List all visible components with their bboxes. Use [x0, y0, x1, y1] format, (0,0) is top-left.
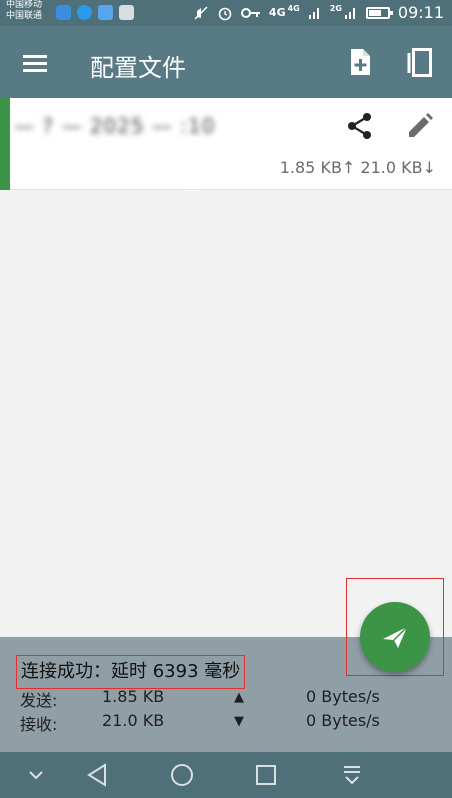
carrier-line-1: 中国移动 [6, 0, 43, 10]
back-icon [87, 763, 106, 787]
menu-icon [23, 55, 47, 58]
menu-icon-line [23, 62, 47, 65]
signal-icon [308, 7, 319, 19]
profile-traffic: 1.85 KB↑ 21.0 KB↓ [279, 158, 436, 177]
edit-icon [409, 113, 433, 137]
upload-stats: 发送: 1.85 KB ▲ 0 Bytes/s [20, 687, 440, 710]
app-notification-icon [56, 5, 71, 20]
app-notification-icon [98, 5, 113, 20]
new-profile-button[interactable] [342, 44, 378, 80]
home-button[interactable] [166, 760, 198, 790]
network-type-1-sup: 4G [287, 4, 300, 13]
app-bar: 配置文件 [0, 26, 452, 98]
hide-nav-button[interactable] [20, 760, 52, 790]
home-icon [171, 764, 193, 786]
chevron-down-icon [29, 771, 43, 780]
upload-speed: 0 Bytes/s [306, 687, 380, 706]
upload-total: 1.85 KB [102, 687, 165, 706]
download-speed: 0 Bytes/s [306, 711, 380, 730]
recents-button[interactable] [250, 760, 282, 790]
download-label: 接收: [20, 715, 58, 734]
connection-status: 连接成功：延时 6393 毫秒 [16, 655, 246, 689]
recents-icon [256, 765, 276, 785]
download-total: 21.0 KB [102, 711, 165, 730]
vpn-key-icon [240, 7, 260, 18]
share-button[interactable] [344, 110, 376, 142]
profile-card[interactable]: — ? — 2025 — :10 1.85 KB↑ 21.0 KB↓ [0, 98, 452, 196]
share-icon [348, 113, 371, 139]
download-arrow-icon: ▼ [234, 714, 244, 729]
back-button[interactable] [82, 760, 114, 790]
system-nav-bar [0, 752, 452, 798]
download-stats: 接收: 21.0 KB ▼ 0 Bytes/s [20, 711, 440, 734]
copy-icon [407, 48, 432, 77]
upload-arrow-icon: ▲ [234, 690, 244, 705]
edit-button[interactable] [404, 110, 436, 142]
network-type-2-sup: 2G [329, 4, 342, 13]
chat-notification-icon [77, 5, 92, 20]
new-file-icon [351, 49, 370, 75]
active-profile-indicator [0, 98, 10, 190]
signal-icon [344, 7, 355, 19]
copy-button[interactable] [402, 44, 438, 80]
connect-button[interactable] [360, 602, 430, 672]
notification-icons [56, 5, 134, 20]
notification-pulldown-button[interactable] [336, 760, 368, 790]
menu-button[interactable] [17, 49, 53, 79]
alarm-icon [218, 7, 232, 20]
carrier-info: 中国移动 中国联通 [6, 0, 42, 22]
pulldown-icon [344, 766, 360, 785]
page-title: 配置文件 [90, 54, 186, 82]
upload-label: 发送: [20, 691, 58, 710]
mute-icon [194, 5, 208, 20]
carrier-line-2: 中国联通 [6, 11, 43, 21]
battery-icon [365, 6, 393, 19]
clock: 09:11 [397, 3, 444, 22]
send-icon [383, 626, 408, 648]
profile-name: — ? — 2025 — :10 [14, 114, 216, 138]
profile-list [0, 191, 452, 637]
system-indicators: 4G 4G 2G 09:11 [193, 3, 444, 22]
network-type-1: 4G [268, 6, 286, 19]
status-bar: 中国移动 中国联通 4G 4G 2G 09:11 [0, 0, 452, 26]
menu-icon-line [23, 69, 47, 72]
gallery-notification-icon [119, 5, 134, 20]
